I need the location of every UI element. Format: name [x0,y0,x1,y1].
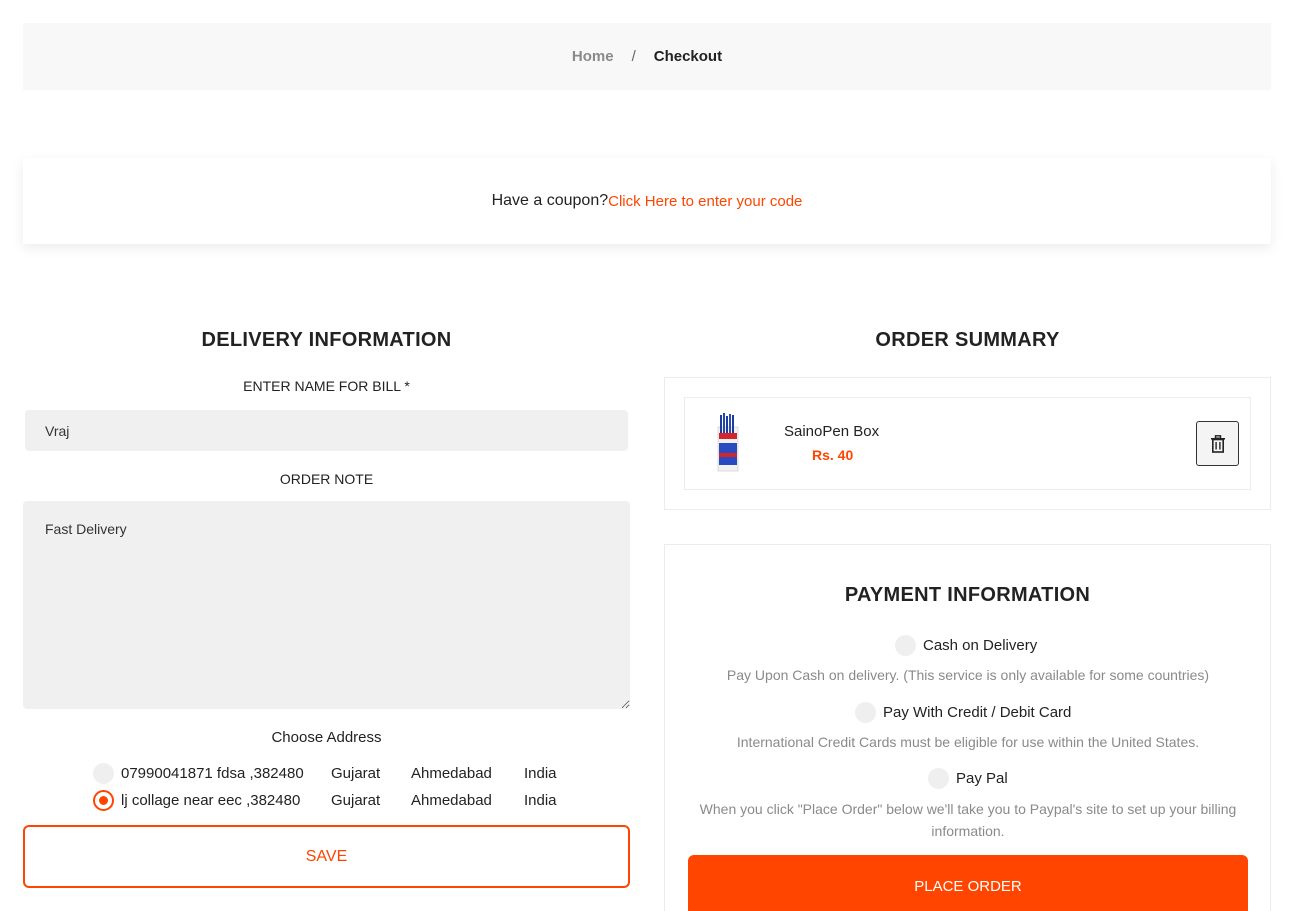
address-radio-selected[interactable] [93,789,114,811]
address-city: Ahmedabad [411,764,492,782]
address-option[interactable]: 07990041871 fdsa ,382480 Gujarat Ahmedab… [93,761,584,785]
address-state: Gujarat [331,791,381,809]
trash-icon [1210,434,1225,453]
order-summary-title: ORDER SUMMARY [875,329,1060,351]
order-note-textarea[interactable]: Fast Delivery [23,501,630,709]
cart-item [684,397,1251,490]
choose-address-label: Choose Address [271,729,382,746]
save-button[interactable]: SAVE [23,825,630,888]
coupon-question: Have a coupon? [491,192,609,209]
breadcrumb: Home / Checkout [23,23,1271,90]
payment-radio[interactable] [855,702,876,723]
payment-radio[interactable] [928,768,949,789]
payment-option-description: When you click "Place Order" below we'll… [699,801,1237,839]
payment-option-label: Pay With Credit / Debit Card [883,704,1072,721]
coupon-banner: Have a coupon? Click Here to enter your c… [23,158,1271,244]
payment-option-cod[interactable]: Cash on Delivery [895,635,1037,656]
address-state: Gujarat [331,764,381,782]
payment-option-card[interactable]: Pay With Credit / Debit Card [855,702,1071,723]
address-country: India [524,764,557,782]
payment-option-paypal[interactable]: Pay Pal [928,768,1008,789]
delivery-title: DELIVERY INFORMATION [201,329,452,351]
place-order-button[interactable]: PLACE ORDER [688,855,1248,911]
address-country: India [524,791,557,809]
coupon-link[interactable]: Click Here to enter your code [608,193,802,210]
payment-option-description: International Credit Cards must be eligi… [736,734,1200,750]
payment-title: PAYMENT INFORMATION [844,584,1091,606]
bill-name-input[interactable] [25,410,628,451]
address-city: Ahmedabad [411,791,492,809]
name-label: ENTER NAME FOR BILL * [243,378,410,394]
payment-option-label: Pay Pal [956,770,1008,787]
remove-item-button[interactable] [1196,421,1239,466]
payment-option-label: Cash on Delivery [923,637,1038,654]
product-name: SainoPen Box [784,423,880,440]
product-image [717,413,739,472]
breadcrumb-current: Checkout [653,48,723,65]
address-option[interactable]: lj collage near eec ,382480 Gujarat Ahme… [93,788,584,812]
product-price: Rs. 40 [812,447,854,463]
order-note-label: ORDER NOTE [279,471,374,487]
payment-option-description: Pay Upon Cash on delivery. (This service… [726,667,1210,683]
breadcrumb-home-link[interactable]: Home [572,48,614,65]
address-line: 07990041871 fdsa ,382480 [121,764,304,782]
payment-radio[interactable] [895,635,916,656]
address-radio[interactable] [93,762,114,784]
address-line: lj collage near eec ,382480 [121,791,301,809]
breadcrumb-separator: / [631,48,636,65]
